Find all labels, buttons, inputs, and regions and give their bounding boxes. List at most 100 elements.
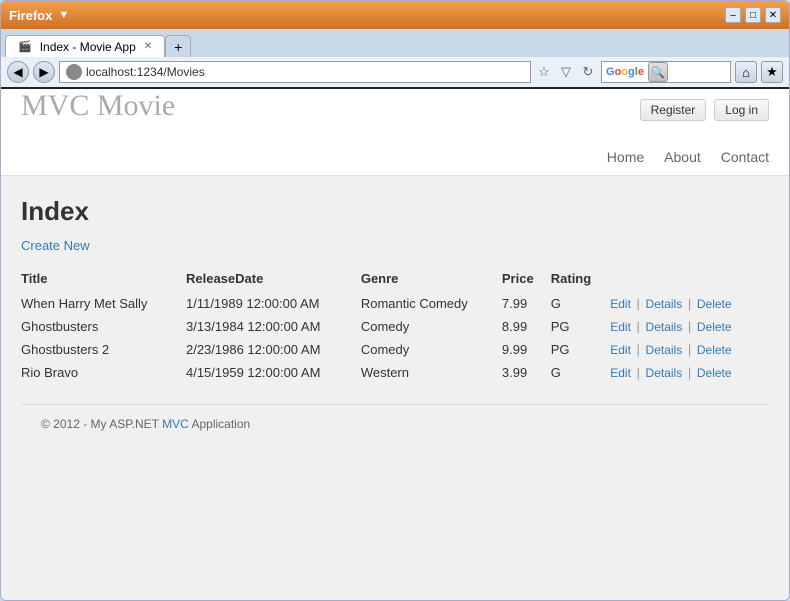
cell-actions: Edit | Details | Delete	[610, 338, 769, 361]
cell-genre: Romantic Comedy	[361, 292, 502, 315]
cell-genre: Comedy	[361, 315, 502, 338]
col-genre: Genre	[361, 267, 502, 292]
page-content: MVC Movie Register Log in Home About Con…	[1, 89, 789, 600]
table-body: When Harry Met Sally 1/11/1989 12:00:00 …	[21, 292, 769, 384]
cell-rating: PG	[551, 338, 610, 361]
sep1: |	[637, 319, 640, 334]
bookmark-drop-icon[interactable]: ▽	[557, 63, 575, 81]
tab-title: Index - Movie App	[40, 40, 136, 54]
browser-title: Firefox	[9, 8, 52, 23]
nav-about[interactable]: About	[664, 149, 701, 165]
cell-releasedate: 3/13/1984 12:00:00 AM	[186, 315, 361, 338]
col-actions	[610, 267, 769, 292]
table-row: Ghostbusters 3/13/1984 12:00:00 AM Comed…	[21, 315, 769, 338]
edit-link[interactable]: Edit	[610, 366, 631, 380]
cell-price: 9.99	[502, 338, 551, 361]
col-title: Title	[21, 267, 186, 292]
browser-tab[interactable]: 🎬 Index - Movie App ✕	[5, 35, 165, 57]
cell-title: Ghostbusters	[21, 315, 186, 338]
cell-rating: PG	[551, 315, 610, 338]
cell-rating: G	[551, 361, 610, 384]
cell-rating: G	[551, 292, 610, 315]
tab-close-icon[interactable]: ✕	[144, 41, 152, 52]
table-row: When Harry Met Sally 1/11/1989 12:00:00 …	[21, 292, 769, 315]
footer-mvc-link[interactable]: MVC	[162, 417, 189, 431]
address-icon	[66, 64, 82, 80]
create-new-link[interactable]: Create New	[21, 238, 90, 253]
page-title: Index	[21, 196, 769, 227]
sep2: |	[688, 365, 691, 380]
delete-link[interactable]: Delete	[697, 320, 732, 334]
table-row: Rio Bravo 4/15/1959 12:00:00 AM Western …	[21, 361, 769, 384]
address-url: localhost:1234/Movies	[86, 65, 205, 79]
forward-button[interactable]: ▶	[33, 61, 55, 83]
edit-link[interactable]: Edit	[610, 343, 631, 357]
main-nav: Home About Contact	[21, 149, 769, 165]
app-title: MVC Movie	[21, 89, 175, 123]
cell-title: Ghostbusters 2	[21, 338, 186, 361]
cell-actions: Edit | Details | Delete	[610, 315, 769, 338]
col-rating: Rating	[551, 267, 610, 292]
col-price: Price	[502, 267, 551, 292]
bookmarks-button[interactable]: ★	[761, 61, 783, 83]
edit-link[interactable]: Edit	[610, 297, 631, 311]
table-header: Title ReleaseDate Genre Price Rating	[21, 267, 769, 292]
new-tab-button[interactable]: +	[165, 35, 191, 57]
details-link[interactable]: Details	[646, 343, 683, 357]
main-content: Index Create New Title ReleaseDate Genre…	[1, 176, 789, 463]
address-input[interactable]: localhost:1234/Movies	[59, 61, 531, 83]
cell-price: 8.99	[502, 315, 551, 338]
google-logo: Google	[606, 66, 644, 78]
edit-link[interactable]: Edit	[610, 320, 631, 334]
cell-releasedate: 2/23/1986 12:00:00 AM	[186, 338, 361, 361]
refresh-button[interactable]: ↻	[579, 63, 597, 81]
cell-genre: Comedy	[361, 338, 502, 361]
cell-price: 7.99	[502, 292, 551, 315]
cell-releasedate: 4/15/1959 12:00:00 AM	[186, 361, 361, 384]
table-row: Ghostbusters 2 2/23/1986 12:00:00 AM Com…	[21, 338, 769, 361]
col-releasedate: ReleaseDate	[186, 267, 361, 292]
sep2: |	[688, 319, 691, 334]
title-bar: Firefox ▼ – □ ✕	[1, 1, 789, 29]
cell-actions: Edit | Details | Delete	[610, 361, 769, 384]
cell-title: Rio Bravo	[21, 361, 186, 384]
footer-text-1: © 2012 - My ASP.NET	[41, 417, 159, 431]
window-controls: – □ ✕	[725, 7, 781, 23]
browser-window: Firefox ▼ – □ ✕ 🎬 Index - Movie App ✕ + …	[0, 0, 790, 601]
sep1: |	[637, 296, 640, 311]
home-button[interactable]: ⌂	[735, 61, 757, 83]
search-box[interactable]: Google 🔍	[601, 61, 731, 83]
register-button[interactable]: Register	[640, 99, 707, 121]
nav-home[interactable]: Home	[607, 149, 644, 165]
close-button[interactable]: ✕	[765, 7, 781, 23]
tab-favicon: 🎬	[18, 40, 32, 53]
cell-genre: Western	[361, 361, 502, 384]
minimize-button[interactable]: –	[725, 7, 741, 23]
details-link[interactable]: Details	[646, 320, 683, 334]
address-bar: ◀ ▶ localhost:1234/Movies ☆ ▽ ↻ Google 🔍…	[1, 57, 789, 89]
header-inner: MVC Movie Register Log in	[21, 99, 769, 149]
bookmark-star-icon[interactable]: ☆	[535, 63, 553, 81]
nav-contact[interactable]: Contact	[721, 149, 769, 165]
back-button[interactable]: ◀	[7, 61, 29, 83]
cell-releasedate: 1/11/1989 12:00:00 AM	[186, 292, 361, 315]
cell-price: 3.99	[502, 361, 551, 384]
app-header: MVC Movie Register Log in Home About Con…	[1, 89, 789, 176]
cell-title: When Harry Met Sally	[21, 292, 186, 315]
sep1: |	[637, 365, 640, 380]
sep2: |	[688, 296, 691, 311]
search-button[interactable]: 🔍	[648, 62, 668, 82]
delete-link[interactable]: Delete	[697, 366, 732, 380]
delete-link[interactable]: Delete	[697, 343, 732, 357]
login-button[interactable]: Log in	[714, 99, 769, 121]
maximize-button[interactable]: □	[745, 7, 761, 23]
tab-bar: 🎬 Index - Movie App ✕ +	[1, 29, 789, 57]
sep1: |	[637, 342, 640, 357]
table-header-row: Title ReleaseDate Genre Price Rating	[21, 267, 769, 292]
sep2: |	[688, 342, 691, 357]
delete-link[interactable]: Delete	[697, 297, 732, 311]
cell-actions: Edit | Details | Delete	[610, 292, 769, 315]
app-footer: © 2012 - My ASP.NET MVC Application	[21, 404, 769, 443]
details-link[interactable]: Details	[646, 297, 683, 311]
details-link[interactable]: Details	[646, 366, 683, 380]
